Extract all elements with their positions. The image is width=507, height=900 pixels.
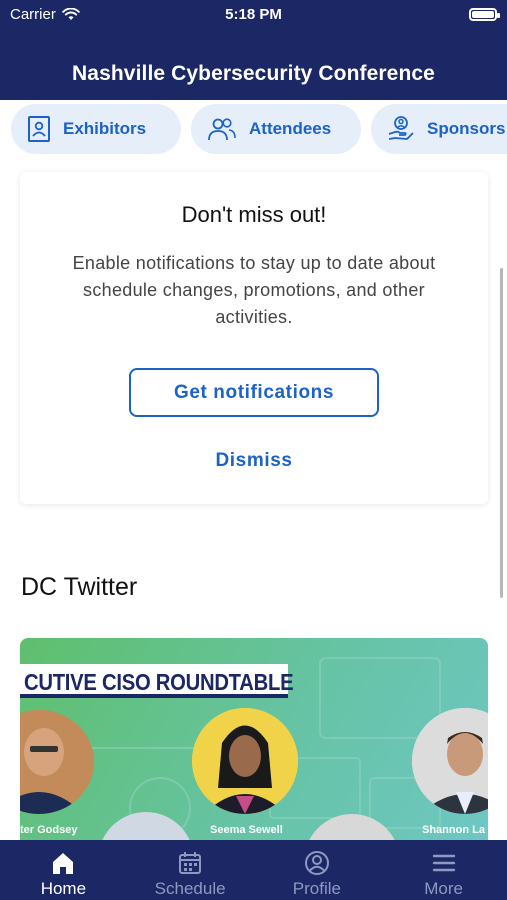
speaker-name-2: Seema Sewell <box>210 824 283 836</box>
card-description: Enable notifications to stay up to date … <box>72 253 436 327</box>
tab-bar: Home Schedule Profile More <box>0 840 507 900</box>
tab-schedule-label: Schedule <box>154 879 226 898</box>
tab-more-label: More <box>424 879 463 898</box>
calendar-icon <box>179 852 202 874</box>
exhibitors-label: Exhibitors <box>63 119 147 138</box>
tab-profile-label: Profile <box>292 879 341 898</box>
tab-home[interactable]: Home <box>0 840 127 900</box>
status-bar: Carrier 5:18 PM <box>0 0 507 30</box>
page-title: Nashville Cybersecurity Conference <box>72 62 435 85</box>
banner: CUTIVE CISO ROUNDTABLE <box>20 664 294 698</box>
app-header: Carrier 5:18 PM Nashville Cybersecurity … <box>0 0 507 100</box>
clock-time: 5:18 PM <box>225 6 282 23</box>
tab-profile[interactable]: Profile <box>254 840 381 900</box>
notification-card: Don't miss out! Enable notifications to … <box>20 172 488 504</box>
dismiss-button[interactable]: Dismiss <box>20 450 488 472</box>
sponsors-button[interactable]: Sponsors <box>371 104 507 154</box>
hand-person-icon <box>388 116 414 140</box>
twitter-section-title: DC Twitter <box>21 573 138 601</box>
tab-more[interactable]: More <box>380 840 507 900</box>
speaker-name-3: Shannon La <box>422 824 485 836</box>
profile-icon <box>304 851 329 875</box>
scrollbar[interactable] <box>500 268 503 598</box>
menu-icon <box>432 854 455 872</box>
badge-icon <box>28 116 50 142</box>
attendees-button[interactable]: Attendees <box>191 104 361 154</box>
twitter-post-image[interactable]: CUTIVE CISO ROUNDTABLE ter Godsey Seema … <box>20 638 488 848</box>
person-icon <box>192 708 298 814</box>
sponsors-label: Sponsors <box>427 119 506 138</box>
get-notifications-button[interactable]: Get notifications <box>129 368 379 417</box>
exhibitors-button[interactable]: Exhibitors <box>11 104 181 154</box>
tab-home-label: Home <box>40 879 87 898</box>
tab-schedule[interactable]: Schedule <box>127 840 254 900</box>
speaker-name-1: ter Godsey <box>20 824 78 836</box>
battery-icon <box>469 8 500 21</box>
quick-links: Exhibitors Attendees Sponsors <box>0 104 507 156</box>
home-icon <box>53 853 74 874</box>
attendees-label: Attendees <box>249 119 332 138</box>
card-title: Don't miss out! <box>181 202 327 227</box>
banner-text: CUTIVE CISO ROUNDTABLE <box>24 669 294 695</box>
speaker-portrait-2 <box>192 708 298 814</box>
people-icon <box>208 118 236 141</box>
